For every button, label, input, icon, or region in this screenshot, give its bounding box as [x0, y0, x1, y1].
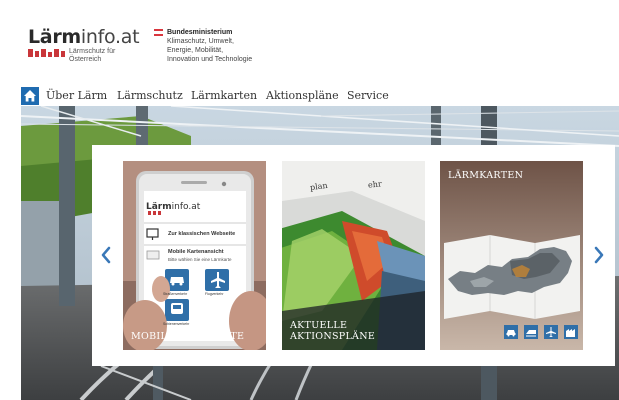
nav-home-button[interactable]	[21, 87, 39, 105]
phone-tile-label: Schienenverkehr	[163, 322, 190, 326]
ministry-line: Energie, Mobilität,	[167, 47, 224, 54]
card-label-line2: AKTIONSPLÄNE	[290, 331, 376, 342]
site-header: Lärminfo.at Lärmschutz für Österreich Bu…	[0, 0, 619, 84]
nav-item-laermschutz[interactable]: Lärmschutz	[117, 88, 183, 104]
larminfo-logo[interactable]: Lärminfo.at Lärmschutz für Österreich	[28, 26, 143, 66]
austria-flag-icon	[154, 29, 163, 36]
phone-brand: Lärminfo.at	[146, 202, 200, 212]
carousel-next-button[interactable]	[591, 244, 607, 266]
card-mobile-laermkarte[interactable]: Lärminfo.at Zur klassischen Webseite Mob…	[123, 161, 266, 350]
phone-illustration	[123, 161, 266, 350]
card-label-line1: AKTUELLE	[290, 320, 348, 331]
ministry-line: Innovation und Technologie	[167, 56, 253, 63]
phone-classic-link: Zur klassischen Webseite	[168, 231, 236, 237]
logo-subtitle-line2: Österreich	[69, 56, 102, 63]
chevron-right-icon	[594, 246, 604, 264]
phone-tile-label: Flugverkehr	[205, 292, 224, 296]
carousel-prev-button[interactable]	[98, 244, 114, 266]
nav-item-ueber-laerm[interactable]: Über Lärm	[46, 88, 107, 104]
ministry-line: Klimaschutz, Umwelt,	[167, 38, 234, 45]
factory-icon[interactable]	[564, 325, 578, 339]
car-icon[interactable]	[504, 325, 518, 339]
doc-word: ehr	[367, 179, 383, 190]
main-nav: Über Lärm Lärmschutz Lärmkarten Aktionsp…	[21, 86, 619, 106]
card-laermkarten[interactable]: LÄRMKARTEN	[440, 161, 583, 350]
nav-item-aktionsplaene[interactable]: Aktionspläne	[266, 88, 339, 104]
chevron-left-icon	[101, 246, 111, 264]
logo-word-bold: Lärm	[28, 26, 81, 48]
nav-item-laermkarten[interactable]: Lärmkarten	[191, 88, 257, 104]
phone-tile-label: Straßenverkehr	[163, 292, 188, 296]
card-aktuelle-aktionsplaene[interactable]: plan ehr AKTUELLE AKTIONSPLÄNE	[282, 161, 425, 350]
card-title: LÄRMKARTEN	[448, 170, 524, 181]
logo-wordmark: Lärminfo.at	[28, 26, 140, 48]
phone-subtitle: Bitte wählen Sie eine Lärmkarte	[168, 257, 232, 262]
plane-icon[interactable]	[544, 325, 558, 339]
card-label: AKTUELLE AKTIONSPLÄNE	[290, 320, 375, 342]
logo-subtitle-line1: Lärmschutz für	[69, 48, 116, 55]
logo-subtitle: Lärmschutz für Österreich	[69, 48, 129, 64]
phone-title: Mobile Kartenansicht	[168, 249, 224, 255]
train-icon[interactable]	[524, 325, 538, 339]
phone-brand-bold: Lärm	[146, 202, 172, 212]
logo-word-light: info.at	[80, 26, 140, 48]
austria-map-illustration	[440, 161, 583, 350]
card-label: MOBILE LÄRMKARTE	[131, 331, 245, 342]
logo-noise-bars	[28, 49, 66, 57]
phone-brand-light: info.at	[171, 202, 201, 212]
ministry-title: Bundesministerium	[167, 29, 233, 36]
nav-item-service[interactable]: Service	[347, 88, 389, 104]
home-icon	[24, 90, 36, 102]
